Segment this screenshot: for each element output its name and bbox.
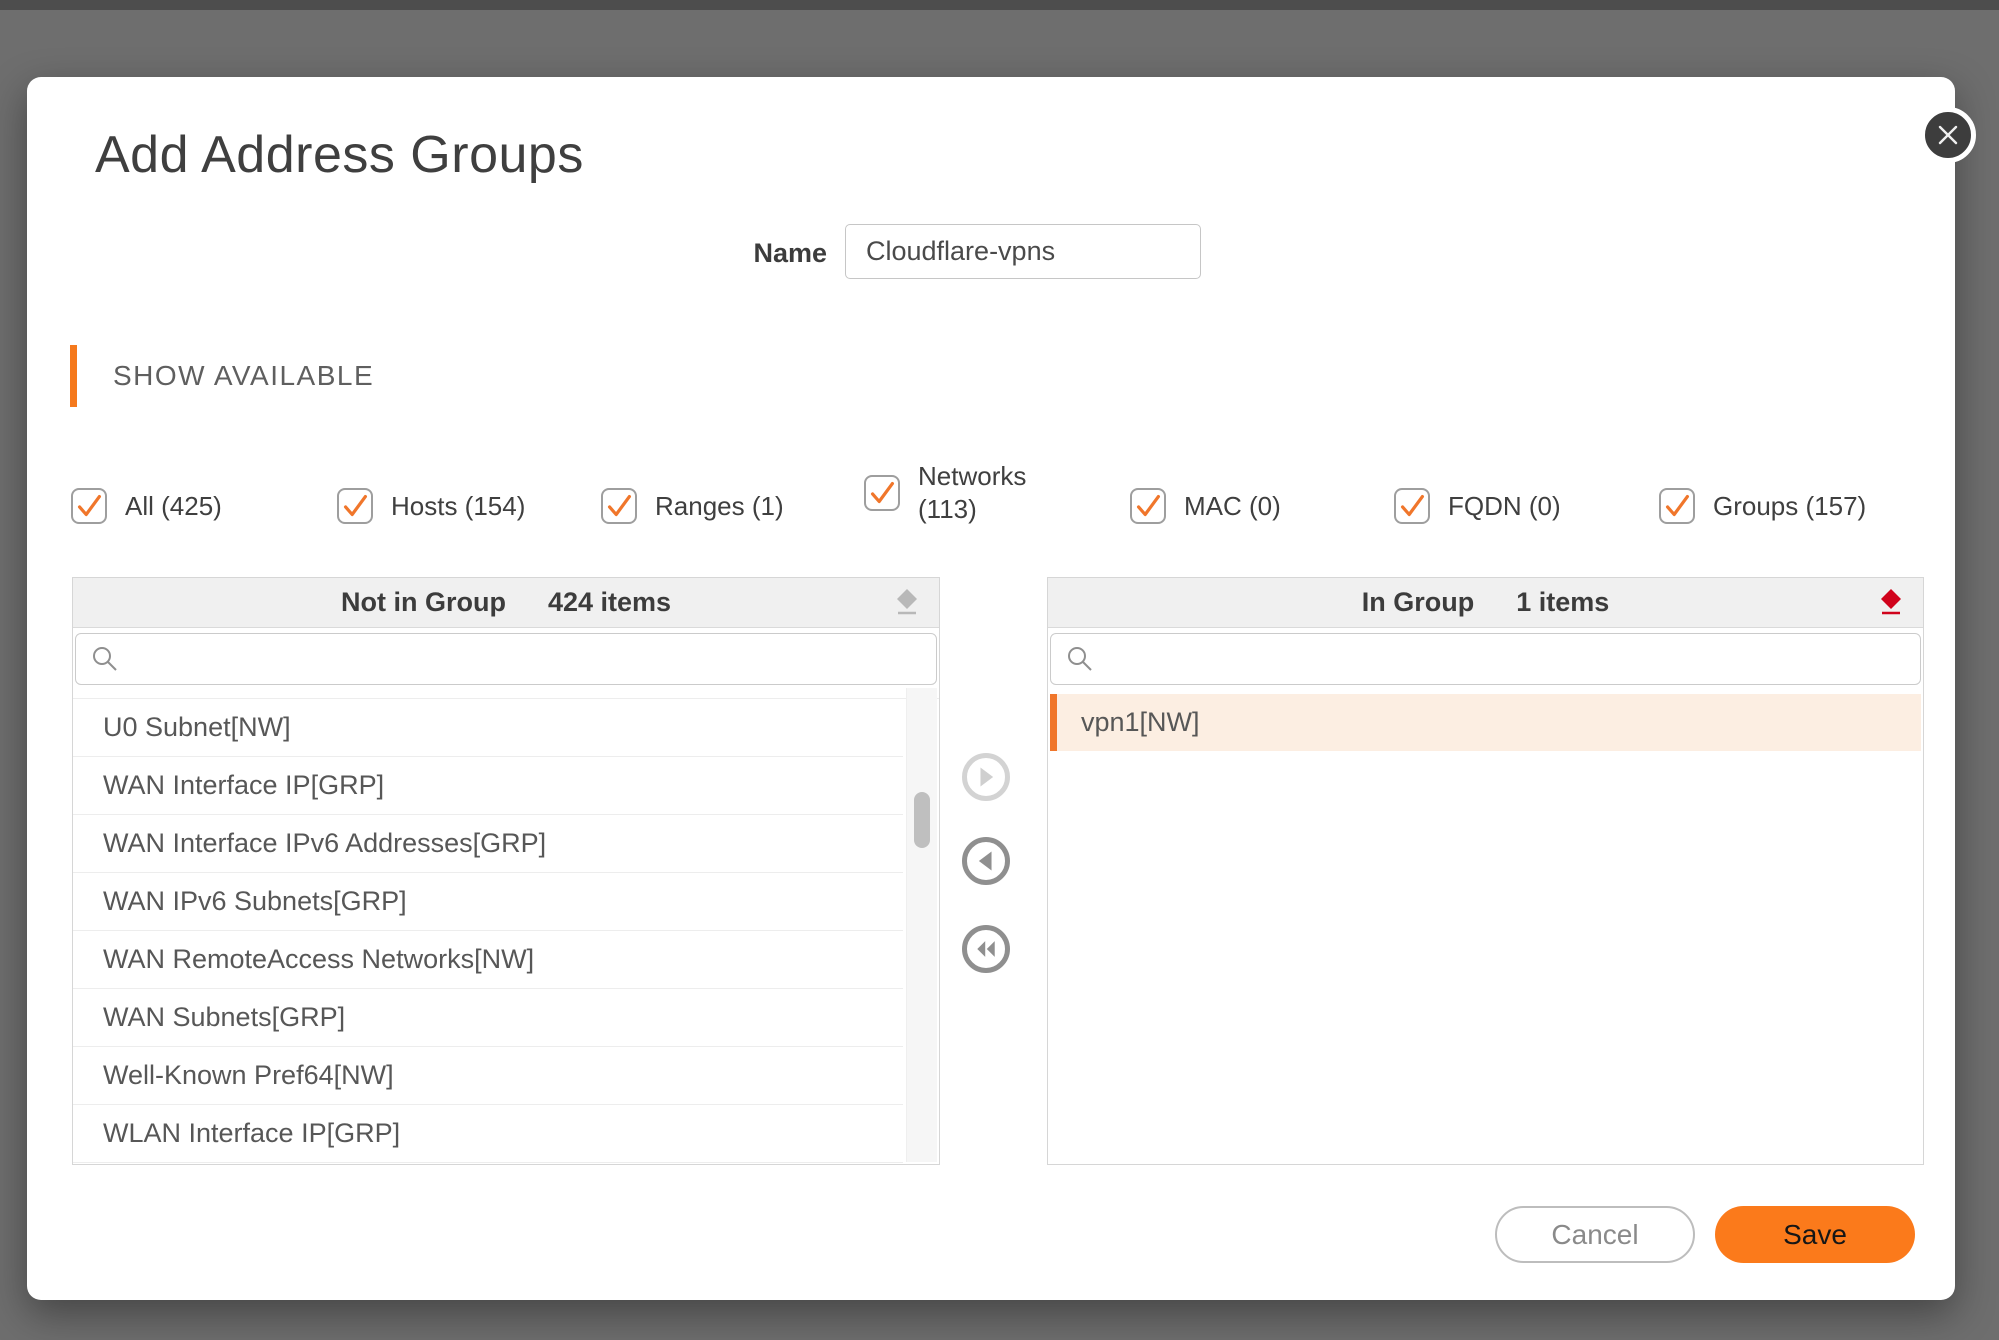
search-icon — [1065, 644, 1095, 674]
not-in-group-search — [75, 633, 937, 685]
checkbox-checked-icon[interactable] — [71, 488, 107, 524]
list-item[interactable]: U0 Subnet[NW] — [73, 699, 903, 757]
add-address-groups-dialog: Add Address Groups Name SHOW AVAILABLE A… — [27, 77, 1955, 1300]
filter-networks-label: Networks (113) — [918, 460, 1026, 526]
not-in-group-list: U0 Subnet[NW] WAN Interface IP[GRP] WAN … — [73, 698, 939, 1163]
list-item[interactable]: WAN RemoteAccess Networks[NW] — [73, 931, 903, 989]
name-label: Name — [587, 238, 827, 269]
checkbox-checked-icon[interactable] — [601, 488, 637, 524]
checkbox-checked-icon[interactable] — [1394, 488, 1430, 524]
checkbox-checked-icon[interactable] — [337, 488, 373, 524]
list-item[interactable]: Well-Known Pref64[NW] — [73, 1047, 903, 1105]
list-item[interactable]: WAN Subnets[GRP] — [73, 989, 903, 1047]
double-arrow-left-icon — [967, 930, 1005, 968]
filter-all[interactable]: All (425) — [71, 488, 222, 524]
filter-hosts-label: Hosts (154) — [391, 490, 525, 523]
arrow-right-icon — [967, 758, 1005, 796]
clear-left-selection-button[interactable] — [891, 587, 923, 619]
list-item[interactable]: WLAN Interface IP[GRP] — [73, 1105, 903, 1163]
scrollbar-thumb[interactable] — [914, 792, 930, 848]
filter-fqdn-label: FQDN (0) — [1448, 490, 1561, 523]
in-group-count: 1 items — [1516, 587, 1609, 618]
dialog-title: Add Address Groups — [95, 125, 584, 185]
not-in-group-search-input[interactable] — [120, 644, 922, 675]
eraser-icon — [891, 607, 923, 622]
filter-ranges-label: Ranges (1) — [655, 490, 784, 523]
close-icon — [1933, 120, 1963, 150]
clear-right-selection-button[interactable] — [1875, 587, 1907, 619]
list-item-selected[interactable]: vpn1[NW] — [1050, 694, 1921, 751]
filter-groups[interactable]: Groups (157) — [1659, 488, 1866, 524]
list-item[interactable]: WAN Interface IPv6 Addresses[GRP] — [73, 815, 903, 873]
move-left-button[interactable] — [962, 837, 1010, 885]
checkbox-checked-icon[interactable] — [1130, 488, 1166, 524]
in-group-search — [1050, 633, 1921, 685]
list-item[interactable]: WAN Interface IP[GRP] — [73, 757, 903, 815]
in-group-search-input[interactable] — [1095, 644, 1906, 675]
filter-hosts[interactable]: Hosts (154) — [337, 488, 525, 524]
show-available-label: SHOW AVAILABLE — [113, 360, 374, 392]
name-input[interactable] — [845, 224, 1201, 279]
close-button[interactable] — [1920, 107, 1976, 163]
filter-ranges[interactable]: Ranges (1) — [601, 488, 784, 524]
list-item[interactable]: WAN IPv6 Subnets[GRP] — [73, 873, 903, 931]
filter-all-label: All (425) — [125, 490, 222, 523]
arrow-left-icon — [967, 842, 1005, 880]
checkbox-checked-icon[interactable] — [864, 475, 900, 511]
not-in-group-panel: Not in Group 424 items U0 S — [72, 577, 940, 1165]
search-icon — [90, 644, 120, 674]
filter-mac[interactable]: MAC (0) — [1130, 488, 1281, 524]
not-in-group-title: Not in Group — [341, 587, 506, 618]
scrollbar-track[interactable] — [906, 688, 937, 1162]
filter-fqdn[interactable]: FQDN (0) — [1394, 488, 1561, 524]
move-all-left-button[interactable] — [962, 925, 1010, 973]
not-in-group-count: 424 items — [548, 587, 671, 618]
eraser-icon-red — [1875, 607, 1907, 622]
background-page-edge — [0, 0, 1999, 10]
in-group-header: In Group 1 items — [1048, 578, 1923, 628]
not-in-group-header: Not in Group 424 items — [73, 578, 939, 628]
save-button[interactable]: Save — [1715, 1206, 1915, 1263]
cancel-button[interactable]: Cancel — [1495, 1206, 1695, 1263]
move-right-button[interactable] — [962, 753, 1010, 801]
filter-networks[interactable]: Networks (113) — [864, 460, 1026, 526]
filter-mac-label: MAC (0) — [1184, 490, 1281, 523]
filter-groups-label: Groups (157) — [1713, 490, 1866, 523]
checkbox-checked-icon[interactable] — [1659, 488, 1695, 524]
show-available-heading: SHOW AVAILABLE — [70, 345, 374, 407]
in-group-panel: In Group 1 items vpn1[NW] — [1047, 577, 1924, 1165]
in-group-title: In Group — [1362, 587, 1474, 618]
